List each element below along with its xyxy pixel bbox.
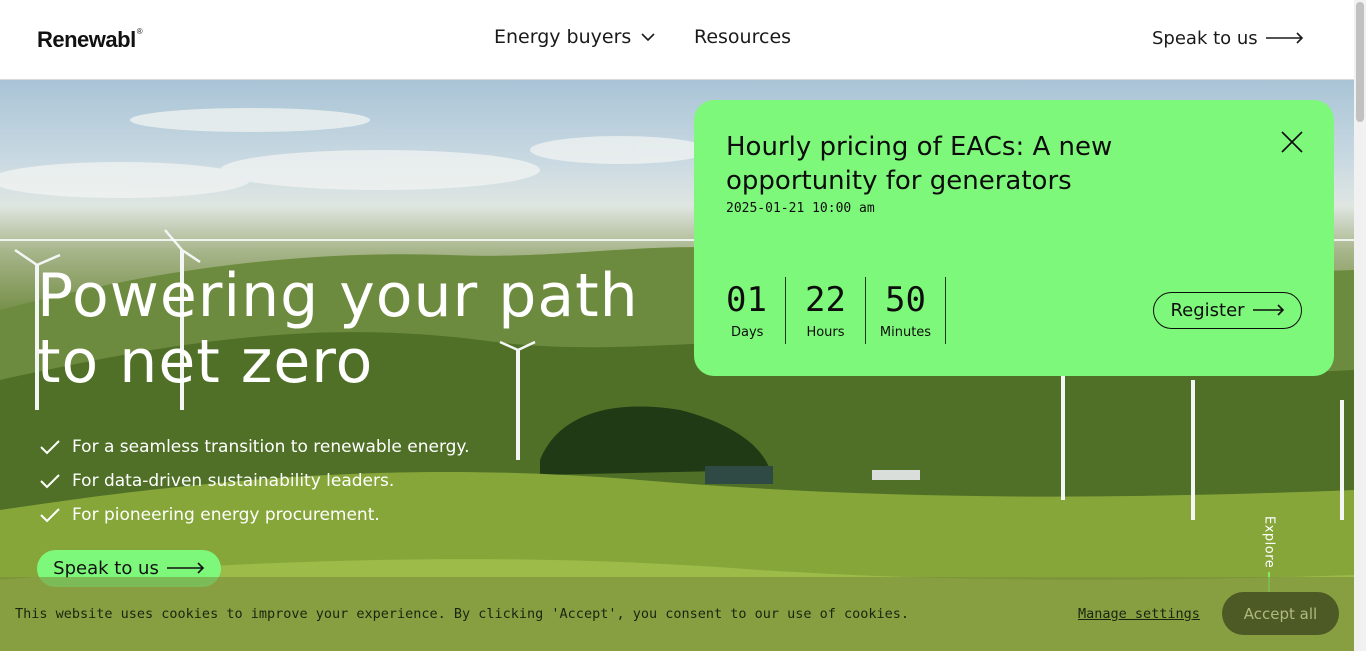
countdown-days: 01 Days [726,277,786,344]
countdown-value: 01 [726,280,767,320]
webinar-promo-card: Hourly pricing of EACs: A new opportunit… [694,100,1334,376]
arrow-right-icon [1252,300,1285,321]
logo-mark: ® [136,27,143,36]
register-label: Register [1170,300,1245,321]
countdown-timer: 01 Days 22 Hours 50 Minutes [726,277,946,344]
nav-energy-buyers-label: Energy buyers [494,26,632,48]
check-icon [40,507,60,523]
countdown-label: Hours [806,325,845,340]
bullet-text: For a seamless transition to renewable e… [72,437,470,457]
countdown-value: 50 [885,280,926,320]
scrollbar-thumb[interactable] [1356,2,1364,122]
chevron-down-icon [641,32,655,42]
cookie-message: This website uses cookies to improve you… [15,606,910,622]
accept-all-button[interactable]: Accept all [1222,592,1339,635]
countdown-label: Minutes [879,325,932,340]
arrow-right-icon [1265,28,1304,49]
arrow-right-icon [166,558,205,579]
cookie-banner: This website uses cookies to improve you… [0,577,1354,651]
countdown-hours: 22 Hours [786,277,866,344]
bullet-text: For pioneering energy procurement. [72,505,380,525]
nav-energy-buyers[interactable]: Energy buyers [494,26,655,48]
list-item: For a seamless transition to renewable e… [40,430,469,464]
countdown-value: 22 [805,280,846,320]
check-icon [40,473,60,489]
logo-text: Renewabl [37,27,136,52]
register-button[interactable]: Register [1153,292,1302,329]
countdown-minutes: 50 Minutes [866,277,946,344]
manage-settings-link[interactable]: Manage settings [1078,606,1200,622]
explore-label: Explore [1261,516,1277,569]
promo-datetime: 2025-01-21 10:00 am [726,201,875,216]
page-scrollbar[interactable] [1354,0,1366,651]
close-icon[interactable] [1280,130,1304,154]
check-icon [40,439,60,455]
nav-resources[interactable]: Resources [694,26,791,48]
logo[interactable]: Renewabl® [37,27,143,53]
list-item: For pioneering energy procurement. [40,498,469,532]
bullet-text: For data-driven sustainability leaders. [72,471,395,491]
header-speak-label: Speak to us [1152,28,1258,49]
hero-title: Powering your path to net zero [37,261,639,397]
countdown-label: Days [731,325,764,340]
hero-speak-label: Speak to us [53,558,159,579]
list-item: For data-driven sustainability leaders. [40,464,469,498]
nav-resources-label: Resources [694,26,792,48]
promo-title: Hourly pricing of EACs: A new opportunit… [726,132,1113,196]
hero-bullet-list: For a seamless transition to renewable e… [40,430,469,532]
header-speak-button[interactable]: Speak to us [1152,28,1304,49]
site-header: Renewabl® Energy buyers Resources Speak … [0,0,1354,80]
